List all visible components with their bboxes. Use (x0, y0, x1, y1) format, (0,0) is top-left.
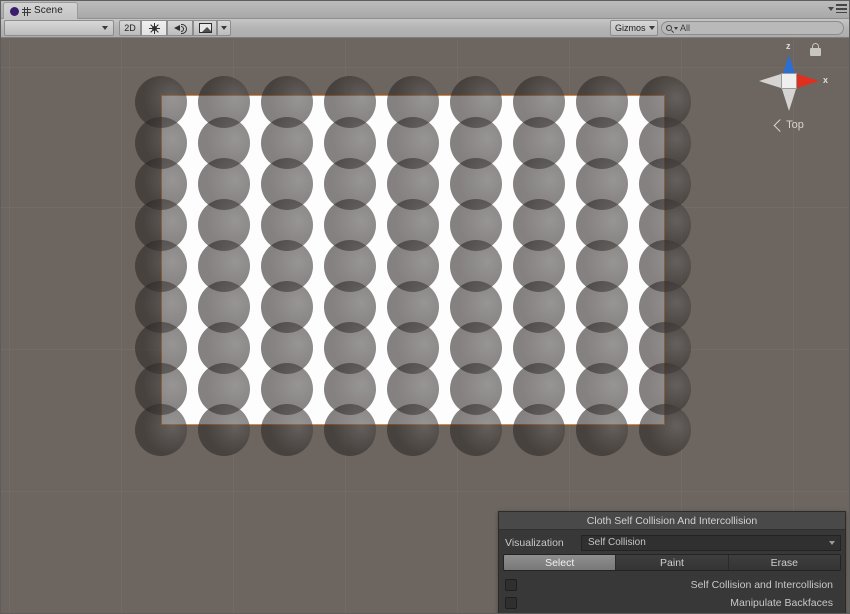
scene-viewport[interactable]: z x Top Cloth Self Collision And Interco… (1, 39, 850, 614)
projection-label: Top (786, 119, 804, 131)
scene-grid-icon (22, 7, 31, 16)
gizmos-label: Gizmos (615, 23, 646, 33)
tool-button-erase[interactable]: Erase (729, 555, 840, 570)
cloth-particle[interactable] (135, 404, 187, 456)
scene-grid-line-horizontal (1, 491, 850, 492)
visualization-row: Visualization Self Collision (503, 534, 841, 551)
tool-button-paint[interactable]: Paint (616, 555, 728, 570)
scene-grid-line-vertical (9, 39, 10, 614)
lock-icon[interactable] (810, 43, 821, 56)
axis-z-negative-cone-icon[interactable] (782, 89, 796, 111)
scene-grid-line-vertical (121, 39, 122, 614)
image-icon (199, 23, 212, 33)
unity-scene-window: Scene 2D (0, 0, 850, 614)
gizmos-dropdown[interactable]: Gizmos (610, 20, 658, 36)
checkbox-label: Manipulate Backfaces (730, 597, 833, 609)
cloth-particle[interactable] (450, 404, 502, 456)
panel-checkbox-list: Self Collision and Intercollision Manipul… (503, 576, 841, 612)
cloth-self-collision-panel: Cloth Self Collision And Intercollision … (498, 511, 846, 614)
search-value: All (680, 24, 690, 33)
panel-title: Cloth Self Collision And Intercollision (499, 512, 845, 530)
cloth-particle[interactable] (324, 404, 376, 456)
cloth-particle[interactable] (513, 404, 565, 456)
sun-icon (149, 23, 160, 34)
checkbox-manipulate-backfaces[interactable] (505, 597, 517, 609)
checkbox-row[interactable]: Manipulate Backfaces (503, 594, 841, 612)
axis-x-negative-cone-icon[interactable] (759, 74, 781, 88)
visualization-value: Self Collision (588, 537, 646, 548)
tab-scene-label: Scene (34, 6, 63, 16)
tool-button-select[interactable]: Select (504, 555, 616, 570)
visualization-dropdown[interactable]: Self Collision (581, 535, 841, 551)
chevron-down-icon (102, 26, 108, 30)
tab-bar: Scene (1, 1, 850, 19)
chevron-left-icon (774, 119, 787, 132)
cloth-particle[interactable] (387, 404, 439, 456)
search-input[interactable]: All (661, 21, 844, 35)
scene-toolbar: 2D Gizmos All (1, 19, 850, 38)
toggle-2d-label: 2D (124, 23, 136, 33)
draw-mode-dropdown[interactable] (4, 20, 114, 36)
axis-x-label: x (823, 75, 828, 85)
fx-dropdown-button[interactable] (217, 20, 231, 36)
projection-toggle[interactable]: Top (757, 119, 821, 131)
cloth-particle[interactable] (639, 404, 691, 456)
cloth-particle[interactable] (198, 404, 250, 456)
toggle-audio-button[interactable] (167, 20, 193, 36)
scene-view-axis-gizmo[interactable]: z x Top (743, 39, 835, 143)
speaker-icon (174, 23, 187, 33)
window-menu-button[interactable] (828, 4, 847, 13)
panel-body: Visualization Self Collision SelectPaint… (499, 530, 845, 614)
checkbox-row[interactable]: Self Collision and Intercollision (503, 576, 841, 594)
scene-grid-line-horizontal (1, 67, 850, 68)
visualization-label: Visualization (503, 537, 581, 549)
chevron-down-icon (221, 26, 227, 30)
scene-dot-icon (10, 7, 19, 16)
toggle-2d-button[interactable]: 2D (119, 20, 141, 36)
chevron-down-icon (649, 26, 655, 30)
search-icon (666, 25, 672, 31)
tab-scene[interactable]: Scene (3, 2, 78, 19)
checkbox-self-collision-and-intercollision[interactable] (505, 579, 517, 591)
toggle-lighting-button[interactable] (141, 20, 167, 36)
tool-mode-segmented-control[interactable]: SelectPaintErase (503, 554, 841, 571)
chevron-down-icon (674, 27, 678, 30)
axis-z-label: z (786, 41, 791, 51)
axis-x-positive-cone-icon[interactable] (797, 74, 819, 88)
checkbox-label: Self Collision and Intercollision (691, 579, 833, 591)
chevron-down-icon (829, 541, 835, 545)
gizmo-center-cube[interactable] (781, 73, 797, 89)
cloth-particle[interactable] (576, 404, 628, 456)
chevron-down-icon (828, 7, 834, 11)
hamburger-menu-icon (836, 4, 847, 13)
cloth-particle[interactable] (261, 404, 313, 456)
toggle-fx-button[interactable] (193, 20, 217, 36)
